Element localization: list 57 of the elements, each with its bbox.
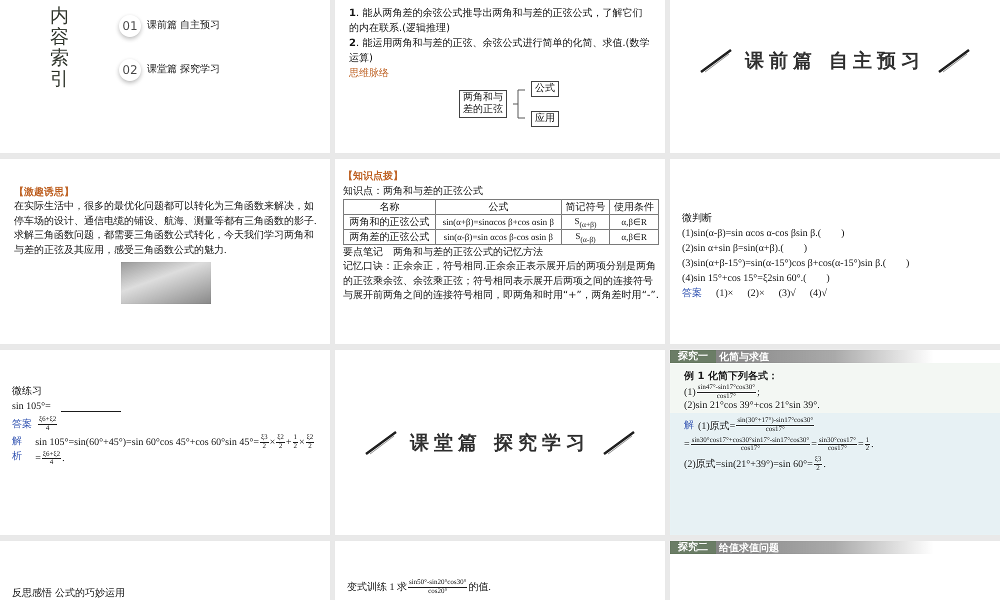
slash-decoration-icon: [364, 430, 398, 456]
contents-title: 内容索引: [50, 6, 69, 90]
reflection-title: 反思感悟 公式的巧妙运用: [12, 586, 126, 600]
slash-decoration-icon: [699, 48, 734, 74]
practice-title: 微练习: [12, 385, 43, 399]
quiz-statement: (4)sin 15°+cos 15°=ξ2sin 60°.( ): [682, 272, 831, 286]
goal-text: 2. 能运用两角和与差的正弦、余弦公式进行简单的化简、求值.(数学运算): [349, 36, 650, 66]
topic-tag: 探究二: [670, 541, 716, 554]
section-title: 课堂篇 探究学习: [410, 430, 590, 456]
table-cell: sin(α-β)=sin αcos β-cos αsin β: [435, 230, 562, 244]
table-cell: S$_{(α+β)}$: [561, 214, 610, 230]
slash-decoration-icon: [602, 430, 636, 456]
table-header: 使用条件: [610, 200, 658, 214]
slash-decoration-icon: [936, 48, 971, 74]
intro-paragraph: 在实际生活中，很多的最优化问题都可以转化为三角函数来解决，如停车场的设计、通信电缆的铺设、航海、测量等都有三角函数的影子.求解三角函数问题，都需要三角函数公式转化，今天我们学习两角和与差的正弦及其应用，感受三角函数公式的魅力.: [14, 200, 318, 258]
mindmap-node: 应用: [531, 111, 559, 127]
question-text: sin 105°=: [12, 400, 51, 414]
table-header: 公式: [435, 200, 562, 214]
table-cell: α,β∈R: [610, 230, 658, 244]
quiz-statement: (3)sin(α+β-15°)=sin(α-15°)cos β+cos(α-15°)sin β.( ): [682, 257, 910, 271]
answer-label: 答案: [12, 418, 32, 432]
section-heading: 思维脉络: [349, 66, 390, 81]
contents-item[interactable]: 课前篇 自主预习: [147, 18, 220, 34]
topic-title: 化简与求值: [719, 350, 769, 364]
answer-text: (3)√: [778, 287, 796, 301]
answer-text: (4)√: [810, 287, 827, 301]
quiz-title: 微判断: [682, 212, 713, 226]
answer-text: (2)×: [747, 287, 765, 301]
knowledge-heading: 知识点：两角和与差的正弦公式: [343, 184, 484, 199]
analysis-label: 解析: [12, 435, 23, 464]
table-cell: 两角和的正弦公式: [344, 214, 436, 230]
solution-label: 解: [684, 419, 694, 434]
number-badge: 01: [119, 14, 141, 37]
note-title: 要点笔记 两角和与差的正弦公式的记忆方法: [343, 246, 544, 260]
answer-label: 答案: [682, 286, 702, 301]
number-badge: 02: [119, 58, 141, 81]
quiz-statement: (2)sin α+sin β=sin(α+β).( ): [682, 242, 808, 256]
quiz-statement: (1)sin(α-β)=sin αcos α-cos βsin β.( ): [682, 227, 846, 241]
section-title: 课前篇 自主预习: [745, 48, 925, 74]
table-cell: S$_{(α-β)}$: [561, 230, 610, 244]
table-cell: sin(α+β)=sinαcos β+cos αsin β: [435, 214, 562, 230]
topic-tag: 探究一: [670, 350, 716, 363]
table-header: 名称: [344, 200, 436, 214]
mindmap-root: 两角和与差的正弦: [459, 90, 507, 118]
example-expression: (2)sin 21°cos 39°+cos 21°sin 39°.: [684, 400, 821, 412]
example-prompt: 例 1 化简下列各式：: [684, 370, 779, 384]
goal-text: 1. 能从两角差的余弦公式推导出两角和与差的正弦公式，了解它们的内在联系.(逻辑推理): [349, 6, 644, 36]
section-tag: 【知识点拨】: [343, 169, 659, 184]
note-paragraph: 记忆口诀：正余余正，符号相同.正余余正表示展开后的两项分别是两角的正弦乘余弦、余弦乘正弦；符号相同表示展开后两项之间的连接符号与展开前两角之间的连接符号相同，即两角和时用“+”，两角差时用“-”.: [343, 260, 659, 303]
table-cell: 两角差的正弦公式: [344, 230, 436, 244]
mindmap-node: 公式: [531, 81, 559, 97]
table-cell: α,β∈R: [610, 214, 658, 230]
table-header: 简记符号: [561, 200, 610, 214]
topic-title: 给值求值问题: [719, 542, 779, 554]
answer-text: (1)×: [716, 287, 734, 301]
contents-item[interactable]: 课堂篇 探究学习: [147, 62, 220, 78]
section-tag: 【激趣诱思】: [14, 185, 318, 200]
